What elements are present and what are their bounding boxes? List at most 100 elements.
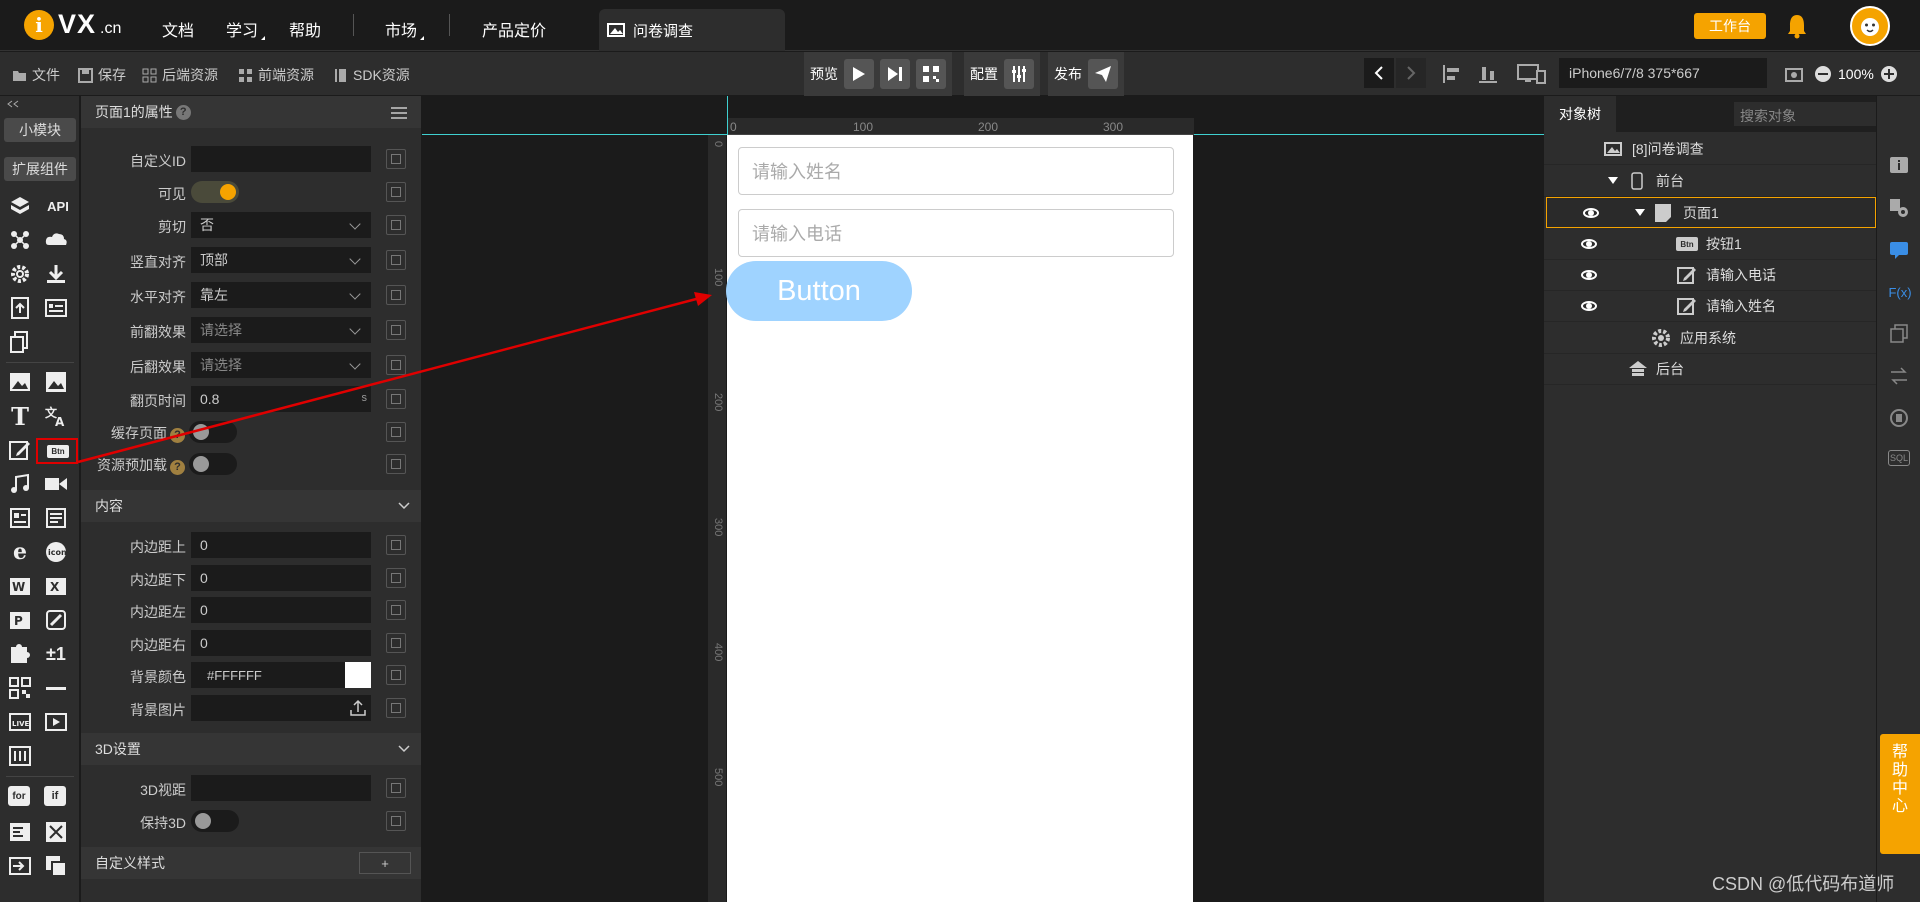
- caret-down-icon[interactable]: [1608, 177, 1618, 185]
- eye-icon[interactable]: [1581, 239, 1597, 249]
- mqtt-cloud-icon[interactable]: [44, 228, 68, 252]
- live-icon[interactable]: LIVE: [8, 710, 32, 734]
- user-avatar[interactable]: [1850, 6, 1890, 46]
- draw-board-icon[interactable]: [44, 608, 68, 632]
- cache-toggle[interactable]: [189, 421, 237, 443]
- button-component-highlight[interactable]: Btn: [36, 438, 78, 464]
- copy-icon[interactable]: [386, 778, 406, 798]
- 3d-section-header[interactable]: 3D设置: [81, 733, 421, 765]
- copy-icon[interactable]: [386, 568, 406, 588]
- visible-toggle[interactable]: [191, 181, 239, 203]
- gear-icon[interactable]: [8, 262, 32, 286]
- play-step-button[interactable]: [880, 59, 910, 89]
- copy-icon[interactable]: [386, 389, 406, 409]
- edit-input-icon[interactable]: [8, 438, 32, 462]
- padding-right-input[interactable]: 0: [191, 630, 371, 656]
- article-icon[interactable]: [8, 506, 32, 530]
- redo-button[interactable]: [1396, 58, 1426, 88]
- zoom-out-icon[interactable]: [1814, 65, 1832, 83]
- flip-front-select[interactable]: 请选择: [191, 317, 371, 343]
- align-vertical-icon[interactable]: [1478, 64, 1498, 84]
- padding-bottom-input[interactable]: 0: [191, 565, 371, 591]
- translate-icon[interactable]: 文A: [44, 404, 68, 428]
- nav-docs[interactable]: 文档: [162, 17, 194, 41]
- info-icon[interactable]: [1889, 156, 1909, 176]
- screenshot-icon[interactable]: [1784, 65, 1804, 83]
- tree-node-app-system[interactable]: 应用系统: [1544, 323, 1876, 354]
- preload-toggle[interactable]: [189, 453, 237, 475]
- copy-icon[interactable]: [386, 535, 406, 555]
- frontend-resources[interactable]: 前端资源: [238, 65, 314, 85]
- if-condition-icon[interactable]: if: [44, 786, 66, 806]
- flip-back-select[interactable]: 请选择: [191, 352, 371, 378]
- for-loop-icon[interactable]: for: [8, 786, 30, 806]
- nav-learn[interactable]: 学习: [226, 17, 266, 41]
- nav-pricing[interactable]: 产品定价: [482, 17, 546, 41]
- help-center-tab[interactable]: 帮助中心: [1880, 734, 1920, 854]
- data-source-icon[interactable]: [1889, 408, 1909, 428]
- richtext-icon[interactable]: [44, 506, 68, 530]
- swap-icon[interactable]: [1889, 366, 1909, 386]
- logo[interactable]: i VX .cn: [24, 9, 121, 40]
- divider-line-icon[interactable]: [44, 676, 68, 700]
- copy-icon[interactable]: [386, 320, 406, 340]
- page-button[interactable]: Button: [726, 261, 912, 321]
- copy-device-icon[interactable]: [8, 330, 32, 354]
- phone-page[interactable]: 请输入姓名 请输入电话: [727, 135, 1193, 902]
- counter-icon[interactable]: ±1: [44, 642, 68, 666]
- padding-left-input[interactable]: 0: [191, 597, 371, 623]
- content-section-header[interactable]: 内容: [81, 490, 421, 522]
- modules-tab[interactable]: 小模块: [4, 118, 76, 142]
- image-icon[interactable]: [8, 370, 32, 394]
- config-button[interactable]: [1004, 59, 1034, 89]
- padding-top-input[interactable]: 0: [191, 532, 371, 558]
- help-icon[interactable]: ?: [175, 104, 191, 120]
- puzzle-icon[interactable]: [8, 642, 32, 666]
- upload-file-icon[interactable]: [8, 296, 32, 320]
- video-icon[interactable]: [44, 472, 68, 496]
- zoom-in-icon[interactable]: [1880, 65, 1898, 83]
- copy-icon[interactable]: [386, 454, 406, 474]
- word-doc-icon[interactable]: W: [8, 574, 32, 598]
- download-icon[interactable]: [44, 262, 68, 286]
- cube-icon[interactable]: [8, 194, 32, 218]
- document-tab[interactable]: 问卷调查: [599, 9, 785, 51]
- edit-list-icon[interactable]: [8, 820, 32, 844]
- clip-select[interactable]: 否: [191, 212, 371, 238]
- qr-preview-button[interactable]: [916, 59, 946, 89]
- sdk-resources[interactable]: SDK资源: [333, 65, 410, 85]
- events-icon[interactable]: [1889, 240, 1909, 260]
- save-button[interactable]: 保存: [78, 65, 126, 85]
- copy-icon[interactable]: [386, 149, 406, 169]
- image-gallery-icon[interactable]: [44, 370, 68, 394]
- qr-code-component-icon[interactable]: [8, 676, 32, 700]
- name-input[interactable]: 请输入姓名: [738, 147, 1174, 195]
- tree-node-phone-input[interactable]: 请输入电话: [1544, 260, 1876, 291]
- copy-icon[interactable]: [386, 665, 406, 685]
- workspace-button[interactable]: 工作台: [1694, 13, 1766, 39]
- expand-icon[interactable]: [44, 820, 68, 844]
- backend-resources[interactable]: 后端资源: [142, 65, 218, 85]
- copy-icon[interactable]: [386, 422, 406, 442]
- copy-icon[interactable]: [386, 250, 406, 270]
- valign-select[interactable]: 顶部: [191, 247, 371, 273]
- menu-icon[interactable]: [390, 106, 408, 120]
- network-icon[interactable]: [8, 228, 32, 252]
- video-player-icon[interactable]: [44, 710, 68, 734]
- tree-node-project[interactable]: [8]问卷调查: [1544, 134, 1876, 165]
- add-style-button[interactable]: +: [359, 852, 411, 874]
- tree-node-frontend[interactable]: 前台: [1544, 166, 1876, 197]
- layers-icon[interactable]: [44, 854, 68, 878]
- align-left-icon[interactable]: [1442, 64, 1462, 84]
- zoom-control[interactable]: 100%: [1814, 65, 1898, 83]
- copy-icon[interactable]: [386, 698, 406, 718]
- play-button[interactable]: [844, 59, 874, 89]
- copy-component-icon[interactable]: [1889, 324, 1909, 344]
- control-panel-icon[interactable]: [8, 744, 32, 768]
- tab-object-tree[interactable]: 对象树: [1544, 96, 1616, 132]
- excel-icon[interactable]: X: [44, 574, 68, 598]
- help-icon[interactable]: ?: [170, 459, 185, 475]
- sql-icon[interactable]: SQL: [1888, 450, 1910, 466]
- phone-input[interactable]: 请输入电话: [738, 209, 1174, 257]
- view-3d-input[interactable]: [191, 775, 371, 801]
